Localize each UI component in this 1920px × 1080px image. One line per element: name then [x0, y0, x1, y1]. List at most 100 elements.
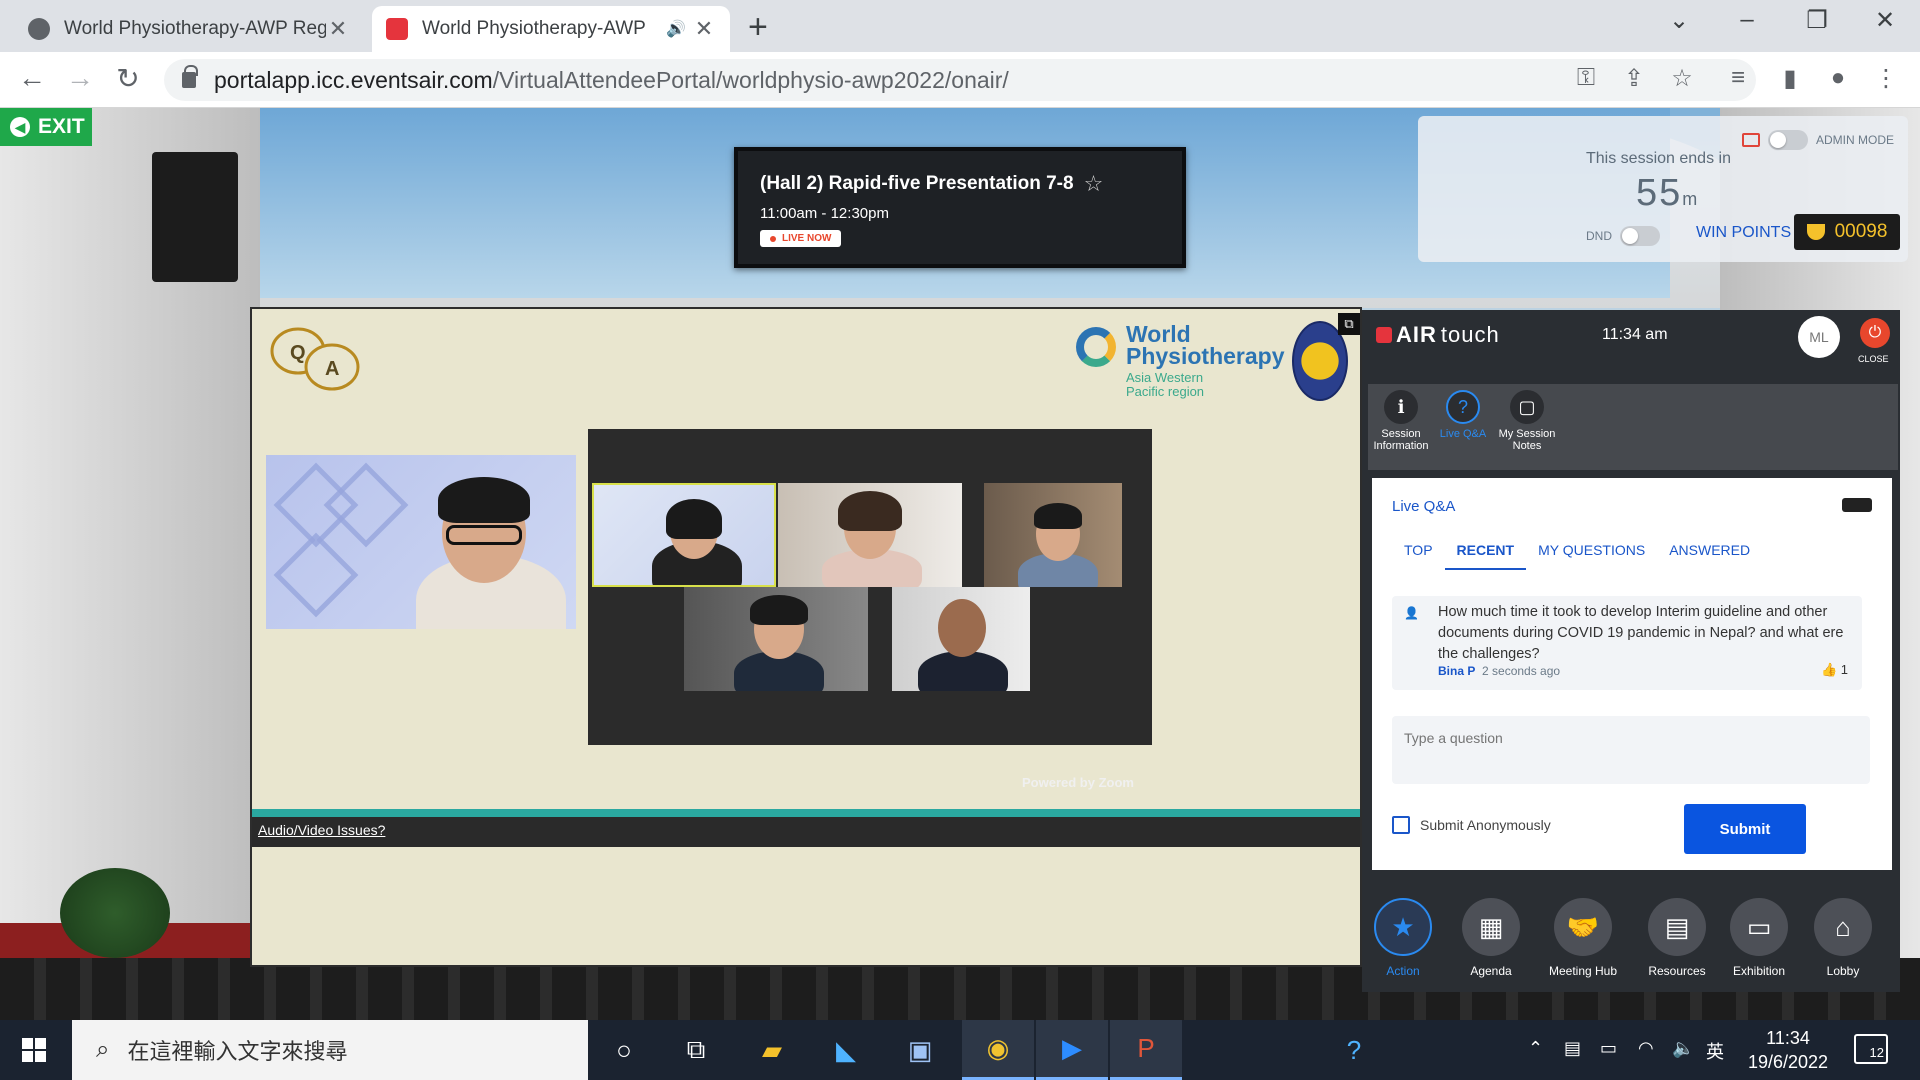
remote-desktop-icon[interactable]: ▣	[884, 1020, 956, 1080]
close-label: CLOSE	[1858, 354, 1889, 364]
back-arrow-icon[interactable]: ←	[12, 62, 52, 94]
tab-top[interactable]: TOP	[1392, 538, 1445, 570]
tab-recent[interactable]: RECENT	[1444, 538, 1527, 570]
session-banner: (Hall 2) Rapid-five Presentation 7-8 ☆ 1…	[734, 147, 1186, 268]
navigation-dock: ★ Action ▦ Agenda 🤝 Meeting Hub ▤ Resour…	[1362, 888, 1900, 992]
audio-video-issues-link[interactable]: Audio/Video Issues?	[258, 822, 385, 838]
thumbs-up-icon: 👍	[1820, 662, 1838, 677]
live-qa-button[interactable]: ? Live Q&A	[1430, 390, 1496, 440]
file-explorer-icon[interactable]: ▰	[736, 1020, 808, 1080]
search-icon: ⌕	[96, 1036, 110, 1063]
popout-window-icon[interactable]: ⧉	[1338, 313, 1360, 335]
address-bar: ← → ↻ portalapp.icc.eventsair.com/Virtua…	[0, 52, 1920, 108]
user-avatar[interactable]: ML	[1798, 316, 1840, 358]
session-title: (Hall 2) Rapid-five Presentation 7-8	[760, 173, 1074, 194]
close-window-icon[interactable]: ✕	[1860, 6, 1910, 35]
tab-search-chevron-icon[interactable]: ⌄	[1654, 6, 1704, 35]
live-qa-title: Live Q&A	[1392, 498, 1456, 515]
points-counter: 00098	[1794, 214, 1900, 250]
star-icon: ★	[1374, 898, 1432, 956]
screen-icon	[1742, 133, 1760, 147]
dock-lobby-button[interactable]: ⌂ Lobby	[1802, 898, 1884, 978]
key-icon[interactable]: ⚿	[1568, 64, 1604, 92]
airtouch-clock: 11:34 am	[1602, 326, 1668, 343]
handshake-icon: 🤝	[1554, 898, 1612, 956]
minimize-icon[interactable]: –	[1722, 6, 1772, 34]
powerpoint-icon[interactable]: P	[1110, 1020, 1182, 1080]
like-button[interactable]: 👍 1	[1821, 662, 1848, 678]
dock-action-button[interactable]: ★ Action	[1362, 898, 1444, 978]
speaker-icon[interactable]: 🔊	[666, 19, 692, 39]
tray-app-icon[interactable]: ▤	[1564, 1038, 1581, 1059]
power-close-icon[interactable]: ⏻	[1860, 318, 1890, 348]
battery-icon[interactable]: ▭	[1600, 1038, 1617, 1059]
venue-plant	[60, 868, 170, 958]
airtouch-favicon-icon	[386, 18, 408, 40]
restore-icon[interactable]: ❐	[1792, 6, 1842, 35]
win-points-link[interactable]: WIN POINTS	[1696, 224, 1791, 242]
mail-app-icon[interactable]: ◣	[810, 1020, 882, 1080]
share-icon[interactable]: ⇪	[1616, 64, 1652, 93]
session-information-button[interactable]: ℹ Session Information	[1368, 390, 1434, 452]
anonymous-checkbox[interactable]	[1392, 816, 1410, 834]
taskbar-search[interactable]: ⌕ 在這裡輸入文字來搜尋	[72, 1020, 588, 1080]
presentation-screen: Q A World Physiotherapy Asia Western Pac…	[250, 307, 1362, 967]
profile-icon[interactable]: ●	[1820, 64, 1856, 92]
tab-title: World Physiotherapy-AWP Reg	[64, 18, 326, 39]
tray-chevron-icon[interactable]: ⌃	[1528, 1038, 1543, 1059]
windows-taskbar: ⌕ 在這裡輸入文字來搜尋 ○ ⧉ ▰ ◣ ▣ ◉ ▶ P ? ⌃ ▤ ▭ ◠ 🔈…	[0, 1020, 1920, 1080]
close-tab-icon[interactable]: ✕	[326, 16, 350, 42]
dock-resources-button[interactable]: ▤ Resources	[1636, 898, 1718, 978]
chrome-icon[interactable]: ◉	[962, 1020, 1034, 1080]
forward-arrow-icon[interactable]: →	[60, 62, 100, 94]
wifi-icon[interactable]: ◠	[1638, 1038, 1654, 1059]
bookmark-star-icon[interactable]: ☆	[1664, 64, 1700, 93]
new-tab-plus-icon[interactable]: +	[748, 8, 768, 47]
cortana-icon[interactable]: ○	[588, 1020, 660, 1080]
media-control-icon[interactable]: ≡	[1720, 64, 1756, 92]
submit-question-button[interactable]: Submit	[1684, 804, 1806, 854]
points-badge-icon	[1842, 498, 1872, 512]
question-text: How much time it took to develop Interim…	[1438, 604, 1844, 662]
session-minutes-left: 55m	[1636, 172, 1700, 214]
close-tab-icon[interactable]: ✕	[692, 16, 716, 42]
browser-tab-onair[interactable]: World Physiotherapy-AWP 🔊 ✕	[372, 6, 730, 52]
question-input[interactable]	[1392, 716, 1870, 784]
notification-center-icon[interactable]: 12	[1854, 1034, 1888, 1064]
url-field[interactable]: portalapp.icc.eventsair.com/VirtualAtten…	[164, 59, 1756, 101]
task-view-icon[interactable]: ⧉	[660, 1020, 732, 1080]
submit-anonymously-option[interactable]: Submit Anonymously	[1392, 816, 1551, 834]
dnd-toggle[interactable]	[1620, 226, 1660, 246]
ime-indicator[interactable]: 英	[1706, 1038, 1724, 1064]
help-icon[interactable]: ?	[1318, 1020, 1390, 1080]
dock-exhibition-button[interactable]: ▭ Exhibition	[1718, 898, 1800, 978]
browser-tab-registration[interactable]: World Physiotherapy-AWP Reg ✕	[14, 6, 364, 52]
admin-mode-toggle[interactable]	[1768, 130, 1808, 150]
zoom-app-icon[interactable]: ▶	[1036, 1020, 1108, 1080]
airtouch-panel: AIR touch 11:34 am ML ⏻ CLOSE ℹ Session I…	[1362, 310, 1900, 992]
dock-meeting-hub-button[interactable]: 🤝 Meeting Hub	[1542, 898, 1624, 978]
side-panel-icon[interactable]: ▮	[1772, 64, 1808, 93]
menu-kebab-icon[interactable]: ⋮	[1868, 64, 1904, 93]
powered-by-zoom: Powered by Zoom	[1022, 775, 1134, 790]
windows-start-icon[interactable]	[22, 1038, 46, 1062]
volume-icon[interactable]: 🔈	[1672, 1038, 1694, 1059]
session-ends-label: This session ends in	[1586, 150, 1731, 167]
favorite-star-icon[interactable]: ☆	[1084, 171, 1104, 197]
browser-tab-bar: World Physiotherapy-AWP Reg ✕ World Phys…	[0, 0, 1920, 52]
glasses-icon	[446, 525, 522, 545]
tab-my-questions[interactable]: MY QUESTIONS	[1526, 538, 1657, 570]
live-qa-panel: Live Q&A TOP RECENT MY QUESTIONS ANSWERE…	[1372, 478, 1892, 870]
taskbar-clock[interactable]: 11:34 19/6/2022	[1738, 1026, 1838, 1074]
qa-letter-a: A	[325, 358, 339, 380]
reload-icon[interactable]: ↻	[108, 62, 148, 95]
exit-button[interactable]: ◀ EXIT	[0, 108, 92, 146]
participant-video-tile	[778, 483, 962, 587]
trophy-icon	[1806, 224, 1825, 240]
dock-agenda-button[interactable]: ▦ Agenda	[1450, 898, 1532, 978]
lock-icon	[182, 65, 198, 88]
tab-title: World Physiotherapy-AWP	[422, 18, 646, 39]
tab-answered[interactable]: ANSWERED	[1657, 538, 1762, 570]
my-session-notes-button[interactable]: ▢ My Session Notes	[1494, 390, 1560, 452]
calendar-icon: ▦	[1462, 898, 1520, 956]
